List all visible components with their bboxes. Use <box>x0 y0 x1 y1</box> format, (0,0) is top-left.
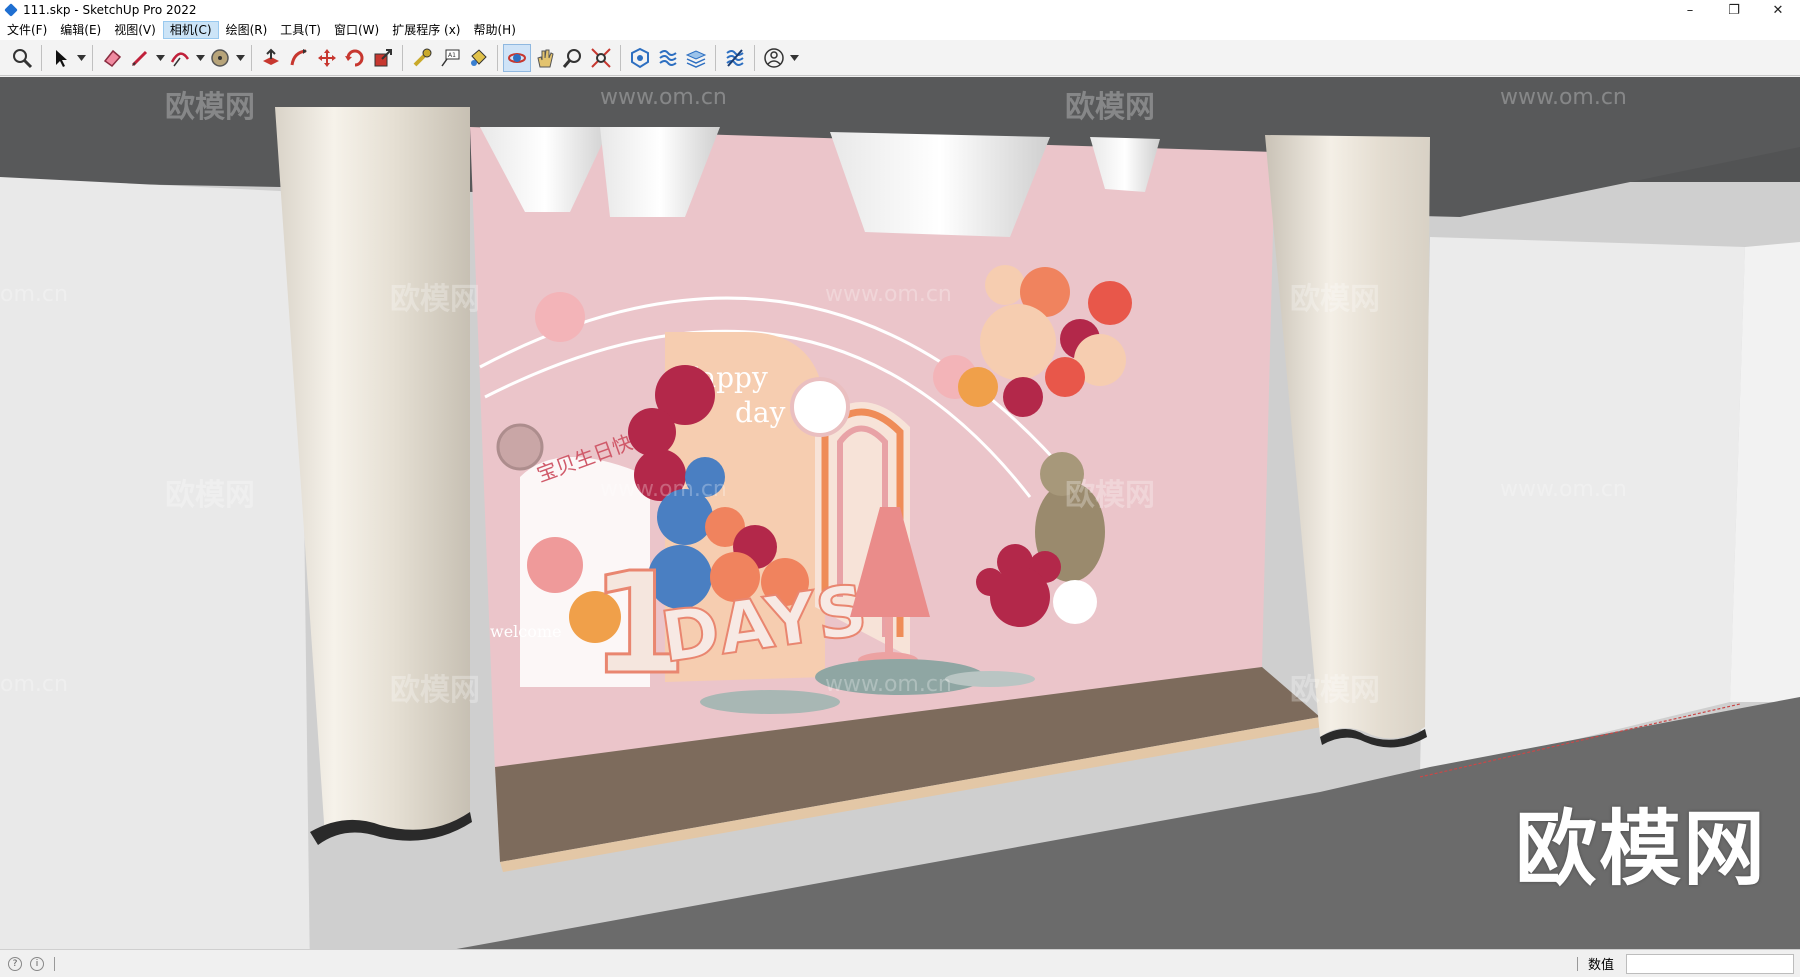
zoom-window-icon[interactable] <box>587 44 615 72</box>
arc-icon[interactable] <box>166 44 194 72</box>
watermark-url: www.om.cn <box>1500 85 1627 110</box>
measurements-input[interactable] <box>1626 953 1794 974</box>
watermark-cn: 欧模网 <box>1065 90 1155 125</box>
menu-bar: 文件(F) 编辑(E) 视图(V) 相机(C) 绘图(R) 工具(T) 窗口(W… <box>0 20 1800 40</box>
status-bar: ? i 数值 <box>0 949 1800 977</box>
balloon <box>1053 580 1097 624</box>
watermark-url: www.om.cn <box>600 85 727 110</box>
status-separator <box>1576 956 1578 971</box>
select-dropdown-icon[interactable] <box>75 44 87 72</box>
account-dropdown-icon[interactable] <box>788 44 800 72</box>
svg-text:A1: A1 <box>448 52 456 59</box>
eraser-icon[interactable] <box>98 44 126 72</box>
watermark-url: om.cn <box>0 282 68 307</box>
menu-extensions[interactable]: 扩展程序 (x) <box>386 21 466 39</box>
watermark-cn: 欧模网 <box>1290 282 1380 317</box>
balloon <box>535 292 585 342</box>
title-bar: 111.skp - SketchUp Pro 2022 – ❐ ✕ <box>0 0 1800 20</box>
menu-camera[interactable]: 相机(C) <box>162 21 219 39</box>
materials-icon[interactable] <box>654 44 682 72</box>
main-toolbar: A1 <box>0 40 1800 76</box>
arc-dropdown-icon[interactable] <box>194 44 206 72</box>
watermark-url: www.om.cn <box>825 282 952 307</box>
watermark-cn: 欧模网 <box>165 90 255 125</box>
watermark-url: www.om.cn <box>825 672 952 697</box>
menu-file[interactable]: 文件(F) <box>1 21 53 39</box>
toolbar-separator <box>41 44 42 71</box>
paint-bucket-icon[interactable] <box>464 44 492 72</box>
watermark-cn: 欧模网 <box>1290 673 1380 708</box>
push-pull-icon[interactable] <box>257 44 285 72</box>
scale-icon[interactable] <box>369 44 397 72</box>
menu-view[interactable]: 视图(V) <box>108 21 162 39</box>
follow-me-icon[interactable] <box>285 44 313 72</box>
status-separator <box>54 956 55 971</box>
curtain-right <box>1265 135 1430 739</box>
close-button[interactable]: ✕ <box>1756 0 1800 20</box>
model-viewport[interactable]: Happy day 宝贝生日快乐 1 DAYS welcome 欧模网 www.… <box>0 77 1800 949</box>
zoom-extents-icon[interactable] <box>8 44 36 72</box>
zoom-icon[interactable] <box>559 44 587 72</box>
info-icon[interactable]: i <box>30 956 44 971</box>
balloon <box>976 568 1004 596</box>
watermark-url: www.om.cn <box>1500 477 1627 502</box>
balloon <box>1003 377 1043 417</box>
balloon <box>980 304 1056 380</box>
lollipop-left <box>496 423 544 471</box>
styles-icon[interactable] <box>721 44 749 72</box>
watermark-cn: 欧模网 <box>1065 478 1155 513</box>
tape-measure-icon[interactable] <box>408 44 436 72</box>
window-title: 111.skp - SketchUp Pro 2022 <box>23 3 197 17</box>
balloon <box>985 265 1025 305</box>
menu-help[interactable]: 帮助(H) <box>467 21 521 39</box>
account-icon[interactable] <box>760 44 788 72</box>
toolbar-separator <box>402 44 403 71</box>
select-arrow-icon[interactable] <box>47 44 75 72</box>
watermark-cn: 欧模网 <box>390 673 480 708</box>
menu-edit[interactable]: 编辑(E) <box>54 21 107 39</box>
balloon <box>1088 281 1132 325</box>
components-icon[interactable] <box>626 44 654 72</box>
shape-dropdown-icon[interactable] <box>234 44 246 72</box>
orbit-icon[interactable] <box>503 43 531 72</box>
day-text: day <box>735 396 786 429</box>
minimize-button[interactable]: – <box>1668 0 1712 20</box>
toolbar-separator <box>754 44 755 71</box>
balloon <box>958 367 998 407</box>
line-dropdown-icon[interactable] <box>154 44 166 72</box>
toolbar-separator <box>92 44 93 71</box>
toolbar-separator <box>715 44 716 71</box>
toolbar-separator <box>251 44 252 71</box>
balloon <box>628 408 676 456</box>
menu-tools[interactable]: 工具(T) <box>274 21 327 39</box>
menu-draw[interactable]: 绘图(R) <box>220 21 274 39</box>
sketchup-logo-icon <box>4 3 18 17</box>
welcome-text: welcome <box>490 622 562 641</box>
cake-stand-pole <box>885 617 893 657</box>
pencil-line-icon[interactable] <box>126 44 154 72</box>
toolbar-separator <box>620 44 621 71</box>
text-label-icon[interactable]: A1 <box>436 44 464 72</box>
rotate-icon[interactable] <box>341 44 369 72</box>
lollipop <box>790 377 850 437</box>
layers-icon[interactable] <box>682 44 710 72</box>
geo-location-icon[interactable]: ? <box>8 956 22 971</box>
floor-rug <box>700 690 840 714</box>
restore-button[interactable]: ❐ <box>1712 0 1756 20</box>
watermark-cn: 欧模网 <box>390 282 480 317</box>
move-icon[interactable] <box>313 44 341 72</box>
measurements-label: 数值 <box>1587 958 1614 973</box>
floor-disc <box>945 671 1035 687</box>
pan-hand-icon[interactable] <box>531 44 559 72</box>
right-wall-back <box>1420 237 1745 777</box>
watermark-url: om.cn <box>0 672 68 697</box>
watermark-url: www.om.cn <box>600 477 727 502</box>
brand-watermark: 欧模网 <box>1515 802 1768 897</box>
balloon <box>1045 357 1085 397</box>
balloon <box>527 537 583 593</box>
menu-window[interactable]: 窗口(W) <box>328 21 385 39</box>
watermark-cn: 欧模网 <box>165 478 255 513</box>
toolbar-separator <box>497 44 498 71</box>
shape-circle-icon[interactable] <box>206 44 234 72</box>
